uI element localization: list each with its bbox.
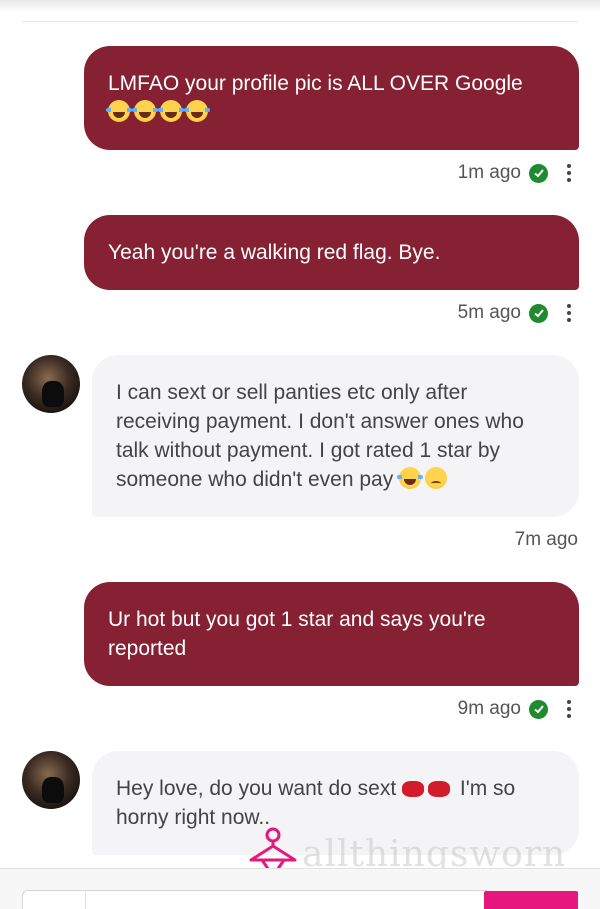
- read-check-icon: [529, 303, 548, 323]
- message-text: Yeah you're a walking red flag. Bye.: [108, 241, 441, 264]
- kiss-lips-emoji-icon: [402, 781, 425, 797]
- message-text-line: someone who didn't even pay: [116, 468, 394, 491]
- more-options-icon[interactable]: [560, 700, 578, 718]
- top-header-shadow: [0, 0, 600, 12]
- message-input[interactable]: [22, 890, 487, 909]
- message-text: Hey love, do you want do sext: [116, 777, 397, 800]
- laughing-tears-emoji-icon: [106, 100, 132, 122]
- message-text: LMFAO your profile pic is ALL OVER Googl…: [108, 72, 523, 95]
- message-bubble-outgoing: LMFAO your profile pic is ALL OVER Googl…: [84, 46, 579, 150]
- message-text-line: I can sext or sell panties etc only afte…: [116, 381, 468, 404]
- message-bubble-outgoing: Ur hot but you got 1 star and says you'r…: [84, 582, 579, 686]
- message-meta: 9m ago: [458, 698, 578, 720]
- message-text-line: Ur hot but you got 1 star and says you'r…: [108, 608, 486, 631]
- message-meta: 1m ago: [458, 162, 578, 184]
- message-text-line: reported: [108, 637, 187, 660]
- message-text: I'm so: [459, 777, 516, 800]
- read-check-icon: [529, 163, 548, 183]
- avatar[interactable]: [22, 355, 80, 413]
- avatar[interactable]: [22, 751, 80, 809]
- attachment-button[interactable]: [22, 890, 86, 909]
- send-button[interactable]: [484, 891, 578, 909]
- crying-smile-emoji-icon: [397, 467, 424, 489]
- kiss-lips-emoji-icon: [428, 781, 451, 797]
- timestamp: 5m ago: [457, 302, 521, 323]
- message-text-line: receiving payment. I don't answer ones w…: [116, 410, 524, 433]
- laughing-tears-emoji-icon: [132, 100, 158, 122]
- message-text: horny right now..: [116, 806, 271, 829]
- top-divider: [22, 21, 578, 22]
- message-text-line: talk without payment. I got rated 1 star…: [116, 439, 501, 462]
- timestamp: 1m ago: [457, 162, 521, 183]
- timestamp: 9m ago: [457, 698, 521, 719]
- message-bubble-outgoing: Yeah you're a walking red flag. Bye.: [84, 215, 579, 290]
- message-bubble-incoming: I can sext or sell panties etc only afte…: [92, 355, 579, 517]
- message-meta: 7m ago: [515, 529, 578, 551]
- message-bubble-incoming: Hey love, do you want do sext I'm so hor…: [92, 751, 579, 855]
- laughing-tears-emoji-icon: [184, 100, 210, 122]
- laughing-tears-emoji-icon: [158, 100, 184, 122]
- more-options-icon[interactable]: [560, 164, 578, 182]
- read-check-icon: [529, 699, 548, 719]
- timestamp: 7m ago: [514, 529, 578, 550]
- pensive-emoji-icon: [425, 467, 448, 489]
- more-options-icon[interactable]: [560, 304, 578, 322]
- message-meta: 5m ago: [458, 302, 578, 324]
